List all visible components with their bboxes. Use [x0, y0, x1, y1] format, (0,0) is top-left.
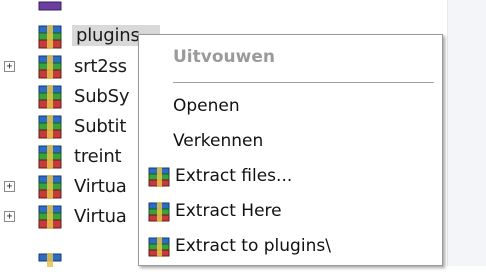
winrar-icon — [148, 202, 170, 222]
menu-item-verkennen[interactable]: Verkennen — [139, 127, 442, 157]
expand-plus-icon[interactable]: + — [4, 61, 15, 72]
tree-item-label[interactable]: treint — [74, 146, 122, 167]
menu-item-extract-here[interactable]: Extract Here — [139, 197, 442, 227]
menu-item-label: Openen — [173, 96, 240, 116]
menu-separator — [173, 82, 434, 83]
winrar-archive-icon — [38, 1, 62, 11]
menu-item-label: Uitvouwen — [173, 47, 275, 67]
winrar-archive-icon — [38, 85, 62, 109]
context-menu: Uitvouwen Openen Verkennen Extract files… — [138, 34, 443, 266]
tree-item-label[interactable]: Virtua — [74, 206, 127, 227]
menu-item-label: Extract files... — [175, 166, 293, 186]
winrar-archive-icon — [38, 55, 62, 79]
menu-item-label: Verkennen — [173, 131, 264, 151]
winrar-archive-icon — [38, 253, 62, 267]
tree-item-label[interactable]: srt2ss — [74, 56, 127, 77]
tree-row-partial — [0, 0, 447, 11]
expand-plus-icon[interactable]: + — [4, 211, 15, 222]
right-pane — [447, 0, 486, 266]
tree-item-label[interactable]: SubSy — [74, 86, 130, 107]
menu-item-uitvouwen[interactable]: Uitvouwen — [139, 43, 442, 73]
winrar-archive-icon — [38, 205, 62, 229]
winrar-archive-icon — [38, 25, 62, 49]
menu-item-label: Extract Here — [175, 201, 282, 221]
menu-item-openen[interactable]: Openen — [139, 92, 442, 122]
menu-item-extract-to[interactable]: Extract to plugins\ — [139, 232, 442, 262]
expand-plus-icon[interactable]: + — [4, 181, 15, 192]
tree-item-label[interactable]: Virtua — [74, 176, 127, 197]
tree-item-label[interactable]: Subtit — [74, 116, 126, 137]
winrar-archive-icon — [38, 115, 62, 139]
winrar-archive-icon — [38, 175, 62, 199]
winrar-archive-icon — [38, 145, 62, 169]
winrar-icon — [148, 237, 170, 257]
winrar-icon — [148, 167, 170, 187]
menu-item-extract-files[interactable]: Extract files... — [139, 162, 442, 192]
menu-item-label: Extract to plugins\ — [175, 236, 331, 256]
